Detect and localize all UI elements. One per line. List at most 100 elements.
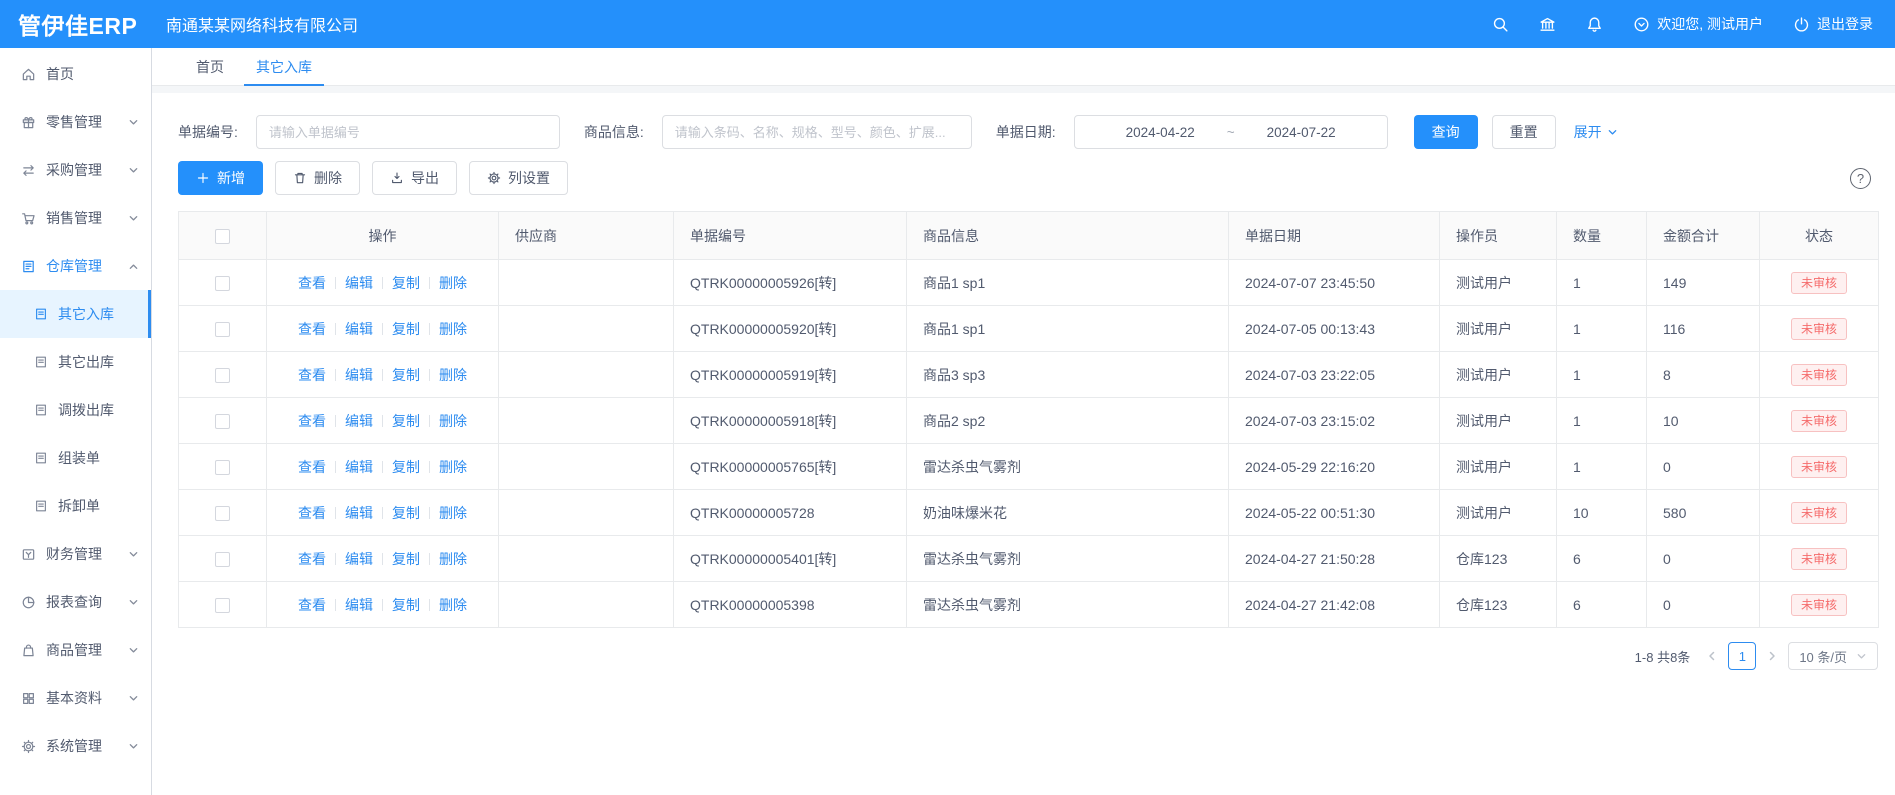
- tab-home[interactable]: 首页: [180, 48, 240, 85]
- search-icon[interactable]: [1492, 16, 1509, 33]
- column-settings-button[interactable]: 列设置: [469, 161, 568, 195]
- sidebar-item-assemble[interactable]: 组装单: [0, 434, 151, 482]
- cell-date: 2024-05-22 00:51:30: [1229, 490, 1440, 536]
- action-view-link[interactable]: 查看: [298, 367, 326, 383]
- export-button[interactable]: 导出: [372, 161, 457, 195]
- action-edit-link[interactable]: 编辑: [345, 505, 373, 521]
- action-view-link[interactable]: 查看: [298, 459, 326, 475]
- row-checkbox[interactable]: [215, 276, 230, 291]
- doc-no-input[interactable]: [256, 115, 560, 149]
- row-checkbox[interactable]: [215, 414, 230, 429]
- action-edit-link[interactable]: 编辑: [345, 413, 373, 429]
- action-edit-link[interactable]: 编辑: [345, 275, 373, 291]
- column-header: 供应商: [499, 212, 674, 260]
- sidebar-item-retail[interactable]: 零售管理: [0, 98, 151, 146]
- date-separator: ~: [1227, 125, 1235, 140]
- action-copy-link[interactable]: 复制: [392, 275, 420, 291]
- reset-button[interactable]: 重置: [1492, 115, 1556, 149]
- row-checkbox[interactable]: [215, 506, 230, 521]
- action-separator: [335, 369, 336, 381]
- row-checkbox[interactable]: [215, 368, 230, 383]
- bank-icon[interactable]: [1539, 16, 1556, 33]
- sidebar-item-warehouse[interactable]: 仓库管理: [0, 242, 151, 290]
- select-all-checkbox[interactable]: [215, 229, 230, 244]
- action-edit-link[interactable]: 编辑: [345, 459, 373, 475]
- sidebar-item-basic[interactable]: 基本资料: [0, 674, 151, 722]
- action-copy-link[interactable]: 复制: [392, 597, 420, 613]
- action-copy-link[interactable]: 复制: [392, 459, 420, 475]
- add-button[interactable]: 新增: [178, 161, 263, 195]
- delete-button[interactable]: 删除: [275, 161, 360, 195]
- action-delete-link[interactable]: 删除: [439, 367, 467, 383]
- next-page-icon[interactable]: [1766, 650, 1778, 662]
- export-label: 导出: [411, 168, 439, 188]
- action-view-link[interactable]: 查看: [298, 551, 326, 567]
- tab-label: 其它入库: [256, 57, 312, 77]
- action-delete-link[interactable]: 删除: [439, 321, 467, 337]
- sidebar-item-sales[interactable]: 销售管理: [0, 194, 151, 242]
- action-view-link[interactable]: 查看: [298, 597, 326, 613]
- action-view-link[interactable]: 查看: [298, 275, 326, 291]
- cell-operator: 仓库123: [1440, 536, 1557, 582]
- action-copy-link[interactable]: 复制: [392, 321, 420, 337]
- action-separator: [429, 461, 430, 473]
- action-edit-link[interactable]: 编辑: [345, 551, 373, 567]
- page-size-select[interactable]: 10 条/页: [1788, 642, 1878, 670]
- action-copy-link[interactable]: 复制: [392, 367, 420, 383]
- action-separator: [335, 599, 336, 611]
- action-copy-link[interactable]: 复制: [392, 551, 420, 567]
- product-input[interactable]: [662, 115, 972, 149]
- sidebar-item-label: 报表查询: [46, 592, 128, 612]
- user-menu[interactable]: 欢迎您, 测试用户: [1633, 14, 1763, 34]
- action-view-link[interactable]: 查看: [298, 505, 326, 521]
- logout-button[interactable]: 退出登录: [1793, 14, 1873, 34]
- sidebar-item-purchase[interactable]: 采购管理: [0, 146, 151, 194]
- cell-operator: 测试用户: [1440, 306, 1557, 352]
- row-checkbox[interactable]: [215, 322, 230, 337]
- cell-qty: 6: [1557, 536, 1647, 582]
- sidebar-item-system[interactable]: 系统管理: [0, 722, 151, 770]
- sidebar-item-finance[interactable]: 财务管理: [0, 530, 151, 578]
- cell-amount: 8: [1647, 352, 1760, 398]
- action-copy-link[interactable]: 复制: [392, 413, 420, 429]
- action-view-link[interactable]: 查看: [298, 413, 326, 429]
- action-delete-link[interactable]: 删除: [439, 505, 467, 521]
- tab-other-in[interactable]: 其它入库: [240, 48, 328, 85]
- cell-operator: 测试用户: [1440, 352, 1557, 398]
- sidebar-item-report[interactable]: 报表查询: [0, 578, 151, 626]
- action-delete-link[interactable]: 删除: [439, 551, 467, 567]
- date-range-picker[interactable]: 2024-04-22 ~ 2024-07-22: [1074, 115, 1388, 149]
- sidebar-item-disassemble[interactable]: 拆卸单: [0, 482, 151, 530]
- action-edit-link[interactable]: 编辑: [345, 597, 373, 613]
- action-delete-link[interactable]: 删除: [439, 459, 467, 475]
- cell-amount: 0: [1647, 444, 1760, 490]
- sidebar-item-other-out[interactable]: 其它出库: [0, 338, 151, 386]
- sidebar-item-home[interactable]: 首页: [0, 50, 151, 98]
- cell-supplier: [499, 352, 674, 398]
- prev-page-icon[interactable]: [1706, 650, 1718, 662]
- action-separator: [382, 369, 383, 381]
- row-checkbox[interactable]: [215, 552, 230, 567]
- action-edit-link[interactable]: 编辑: [345, 367, 373, 383]
- tab-bar: 首页其它入库: [152, 48, 1895, 86]
- action-delete-link[interactable]: 删除: [439, 597, 467, 613]
- bell-icon[interactable]: [1586, 16, 1603, 33]
- action-delete-link[interactable]: 删除: [439, 413, 467, 429]
- action-delete-link[interactable]: 删除: [439, 275, 467, 291]
- product-label: 商品信息:: [584, 122, 644, 142]
- search-button[interactable]: 查询: [1414, 115, 1478, 149]
- action-copy-link[interactable]: 复制: [392, 505, 420, 521]
- sidebar-item-goods[interactable]: 商品管理: [0, 626, 151, 674]
- page-number-button[interactable]: 1: [1728, 642, 1756, 670]
- filter-date: 单据日期: 2024-04-22 ~ 2024-07-22: [996, 115, 1388, 149]
- row-checkbox[interactable]: [215, 460, 230, 475]
- sidebar-item-allocate-out[interactable]: 调拨出库: [0, 386, 151, 434]
- cell-date: 2024-04-27 21:42:08: [1229, 582, 1440, 628]
- status-badge: 未审核: [1791, 318, 1847, 340]
- expand-link[interactable]: 展开: [1574, 122, 1618, 142]
- sidebar-item-other-in[interactable]: 其它入库: [0, 290, 151, 338]
- action-view-link[interactable]: 查看: [298, 321, 326, 337]
- action-edit-link[interactable]: 编辑: [345, 321, 373, 337]
- help-icon[interactable]: ?: [1850, 168, 1871, 189]
- row-checkbox[interactable]: [215, 598, 230, 613]
